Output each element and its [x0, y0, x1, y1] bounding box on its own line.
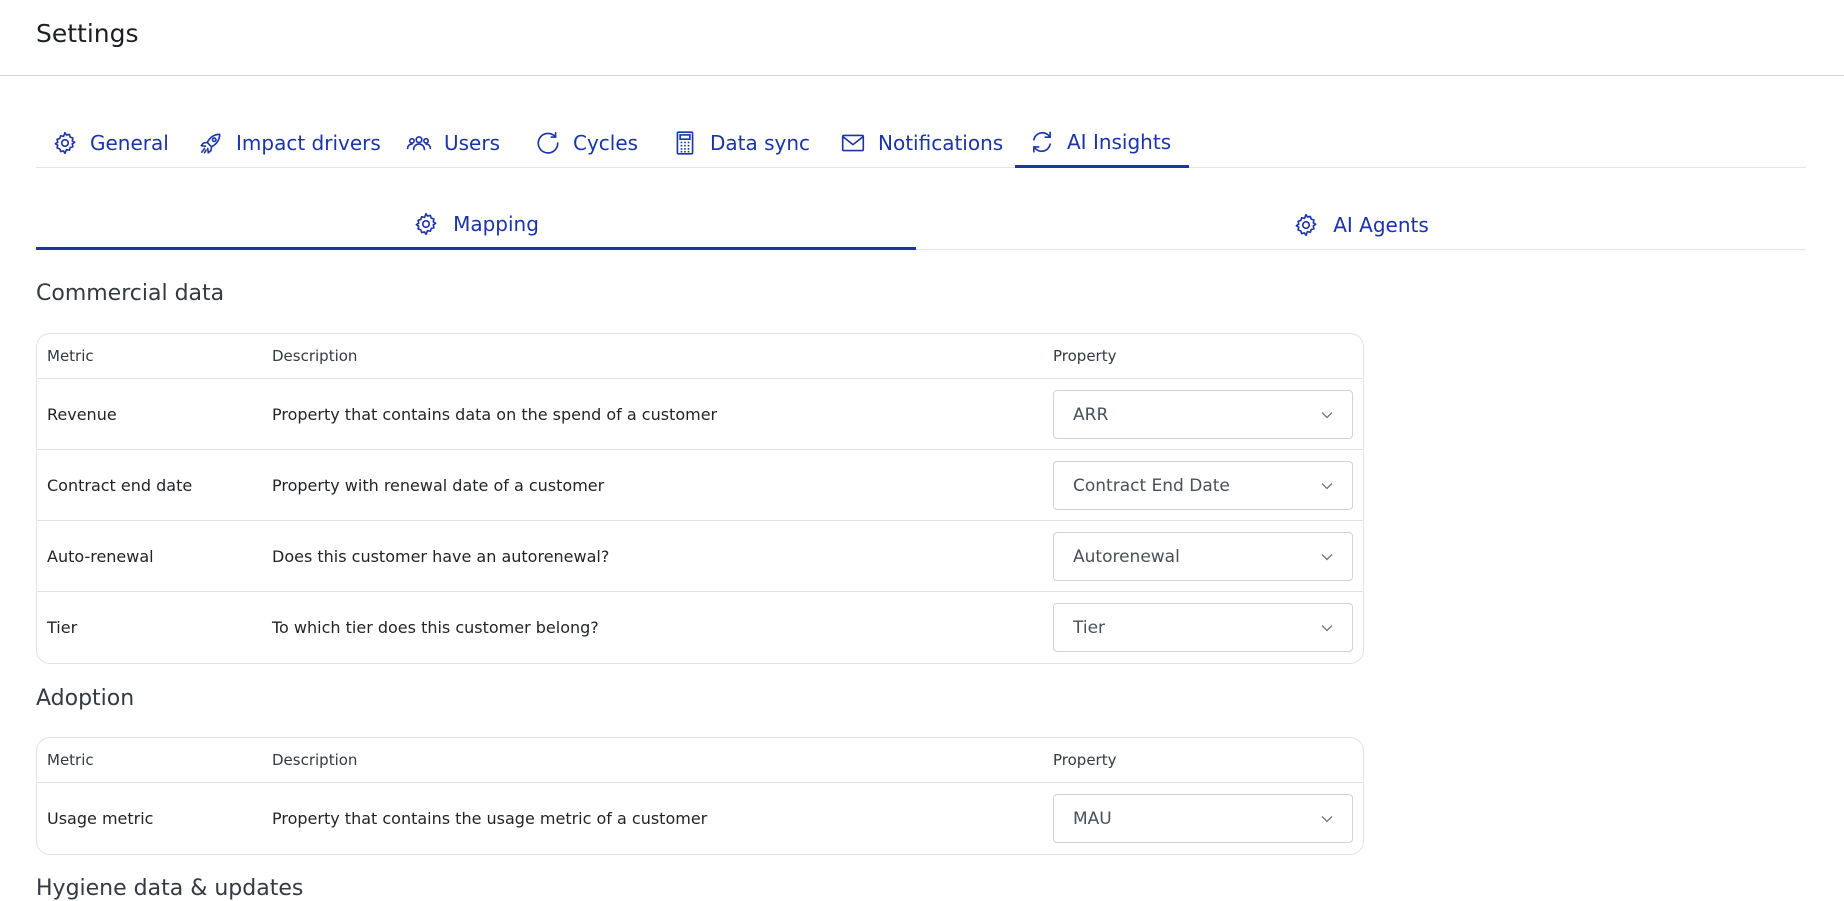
table-row: Usage metric Property that contains the …: [37, 783, 1363, 854]
tab-cycles[interactable]: Cycles: [535, 118, 638, 168]
calculator-icon: [672, 130, 698, 156]
description-cell: Property with renewal date of a customer: [272, 475, 605, 495]
rocket-icon: [198, 130, 224, 156]
mail-icon: [840, 130, 866, 156]
commercial-table: Metric Description Property Revenue Prop…: [36, 333, 1364, 664]
tab-ai-insights[interactable]: AI Insights: [1015, 118, 1190, 168]
section-title-adoption: Adoption: [36, 686, 135, 711]
metric-cell: Usage metric: [47, 809, 154, 828]
adoption-table: Metric Description Property Usage metric…: [36, 737, 1364, 855]
users-icon: [406, 130, 432, 156]
column-header-description: Description: [272, 751, 358, 769]
page-header: Settings: [0, 0, 1844, 76]
tab-data-sync[interactable]: Data sync: [672, 118, 810, 168]
property-select-revenue[interactable]: ARR: [1053, 390, 1353, 439]
page-title: Settings: [36, 19, 139, 48]
gear-icon: [52, 130, 78, 156]
description-cell: Does this customer have an autorenewal?: [272, 546, 610, 566]
tab-general[interactable]: General: [52, 118, 169, 168]
chevron-down-icon: [1320, 479, 1334, 493]
tab-users-label: Users: [444, 131, 501, 155]
subtab-ai-agents-label: AI Agents: [1333, 213, 1429, 237]
refresh-icon: [535, 130, 561, 156]
select-value: Tier: [1073, 617, 1106, 638]
tab-general-label: General: [90, 131, 169, 155]
table-row: Auto-renewal Does this customer have an …: [37, 521, 1363, 592]
tab-impact-drivers[interactable]: Impact drivers: [198, 118, 381, 168]
gear-icon: [1293, 212, 1319, 238]
metric-cell: Contract end date: [47, 475, 193, 495]
property-select-auto-renewal[interactable]: Autorenewal: [1053, 532, 1353, 581]
property-select-usage-metric[interactable]: MAU: [1053, 794, 1353, 843]
property-select-tier[interactable]: Tier: [1053, 603, 1353, 652]
column-header-property: Property: [1053, 347, 1117, 365]
select-value: Contract End Date: [1073, 475, 1230, 496]
table-row: Contract end date Property with renewal …: [37, 450, 1363, 521]
tab-ai-insights-label: AI Insights: [1067, 129, 1172, 154]
table-header: Metric Description Property: [37, 334, 1363, 379]
metric-cell: Tier: [47, 618, 78, 637]
select-value: MAU: [1073, 808, 1112, 829]
subtab-mapping-label: Mapping: [453, 211, 539, 236]
description-cell: Property that contains the usage metric …: [272, 809, 708, 828]
column-header-description: Description: [272, 347, 358, 365]
section-title-hygiene: Hygiene data & updates: [36, 876, 304, 901]
metric-cell: Revenue: [47, 404, 117, 424]
column-header-metric: Metric: [47, 751, 94, 769]
select-value: ARR: [1073, 404, 1109, 425]
gear-icon: [413, 211, 439, 237]
description-cell: Property that contains data on the spend…: [272, 404, 718, 424]
section-title-commercial: Commercial data: [36, 281, 225, 306]
tab-cycles-label: Cycles: [573, 131, 639, 155]
table-header: Metric Description Property: [37, 738, 1363, 783]
tab-notifications-label: Notifications: [878, 131, 1004, 155]
chevron-down-icon: [1320, 621, 1334, 635]
main-tab-bar: General Impact drivers Users Cycles Data…: [36, 118, 1806, 168]
tab-notifications[interactable]: Notifications: [840, 118, 1003, 168]
chevron-down-icon: [1320, 812, 1334, 826]
table-row: Revenue Property that contains data on t…: [37, 379, 1363, 450]
chevron-down-icon: [1320, 550, 1334, 564]
chevron-down-icon: [1320, 408, 1334, 422]
tab-users[interactable]: Users: [406, 118, 500, 168]
tab-data-sync-label: Data sync: [710, 131, 811, 155]
description-cell: To which tier does this customer belong?: [272, 618, 599, 637]
column-header-property: Property: [1053, 751, 1117, 769]
subtab-mapping[interactable]: Mapping: [36, 200, 916, 250]
metric-cell: Auto-renewal: [47, 546, 154, 566]
tab-impact-drivers-label: Impact drivers: [236, 131, 381, 155]
table-row: Tier To which tier does this customer be…: [37, 592, 1363, 663]
select-value: Autorenewal: [1073, 546, 1180, 567]
column-header-metric: Metric: [47, 347, 94, 365]
sub-tab-bar: Mapping AI Agents: [36, 200, 1806, 250]
subtab-ai-agents[interactable]: AI Agents: [916, 200, 1806, 250]
sync-icon: [1029, 129, 1055, 155]
property-select-contract-end-date[interactable]: Contract End Date: [1053, 461, 1353, 510]
